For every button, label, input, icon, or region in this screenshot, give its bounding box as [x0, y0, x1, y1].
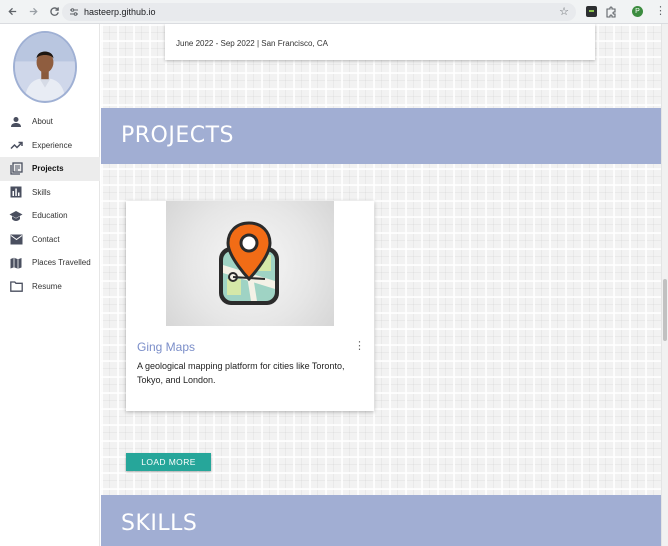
- back-arrow-icon[interactable]: [3, 3, 21, 21]
- experience-card: June 2022 - Sep 2022 | San Francisco, CA: [165, 24, 595, 60]
- section-heading-projects: PROJECTS: [121, 123, 235, 148]
- load-more-button[interactable]: LOAD MORE: [126, 453, 211, 471]
- sidebar-item-about[interactable]: About: [0, 110, 100, 134]
- sidebar-item-education[interactable]: Education: [0, 204, 100, 228]
- school-icon: [9, 209, 23, 223]
- browser-toolbar: hasteerp.github.io ☆ P ⋮: [0, 0, 668, 24]
- sidebar-item-projects[interactable]: Projects: [0, 157, 100, 181]
- folder-icon: [9, 279, 23, 293]
- sidebar-item-label: Experience: [32, 140, 73, 150]
- bookmark-star-icon[interactable]: ☆: [559, 5, 569, 18]
- sidebar: About Experience Projects Skills Educati…: [0, 24, 100, 546]
- sidebar-item-skills[interactable]: Skills: [0, 181, 100, 205]
- forward-arrow-icon[interactable]: [24, 3, 42, 21]
- more-vert-icon[interactable]: ⋮: [655, 5, 666, 17]
- reload-icon[interactable]: [45, 3, 63, 21]
- avatar: [13, 31, 77, 103]
- sidebar-item-experience[interactable]: Experience: [0, 134, 100, 158]
- sidebar-item-contact[interactable]: Contact: [0, 228, 100, 252]
- scrollbar-thumb[interactable]: [663, 279, 667, 341]
- sidebar-nav: About Experience Projects Skills Educati…: [0, 110, 100, 298]
- library-books-icon: [9, 162, 23, 176]
- page-scrollbar[interactable]: [661, 24, 668, 546]
- project-image[interactable]: [166, 201, 334, 326]
- skills-banner: SKILLS: [101, 495, 661, 546]
- sidebar-item-resume[interactable]: Resume: [0, 275, 100, 299]
- sidebar-item-places-travelled[interactable]: Places Travelled: [0, 251, 100, 275]
- sidebar-item-label: Contact: [32, 234, 60, 244]
- project-card[interactable]: Ging Maps ⋮ A geological mapping platfor…: [126, 201, 374, 411]
- experience-dates: June 2022 - Sep 2022 | San Francisco, CA: [176, 39, 328, 48]
- main-content: June 2022 - Sep 2022 | San Francisco, CA…: [101, 24, 661, 546]
- sidebar-item-label: Projects: [32, 164, 64, 174]
- sidebar-item-label: Education: [32, 211, 68, 221]
- sidebar-item-label: About: [32, 117, 53, 127]
- map-icon: [9, 256, 23, 270]
- profile-avatar[interactable]: P: [632, 6, 643, 17]
- trending-up-icon: [9, 138, 23, 152]
- projects-banner: PROJECTS: [101, 108, 661, 164]
- person-icon: [9, 115, 23, 129]
- section-heading-skills: SKILLS: [121, 511, 198, 536]
- site-info-icon[interactable]: [68, 6, 80, 18]
- mail-icon: [9, 232, 23, 246]
- url-text: hasteerp.github.io: [84, 7, 156, 17]
- puzzle-icon[interactable]: [605, 5, 617, 18]
- sidebar-item-label: Places Travelled: [32, 258, 91, 268]
- address-bar[interactable]: hasteerp.github.io ☆: [62, 3, 576, 21]
- more-vert-icon[interactable]: ⋮: [354, 340, 365, 352]
- sidebar-item-label: Resume: [32, 281, 62, 291]
- project-description: A geological mapping platform for cities…: [137, 361, 345, 385]
- bar-chart-icon: [9, 185, 23, 199]
- map-pin-app-icon: [219, 221, 279, 305]
- sidebar-item-label: Skills: [32, 187, 51, 197]
- extension-icon[interactable]: [586, 6, 597, 17]
- project-title[interactable]: Ging Maps: [137, 340, 195, 354]
